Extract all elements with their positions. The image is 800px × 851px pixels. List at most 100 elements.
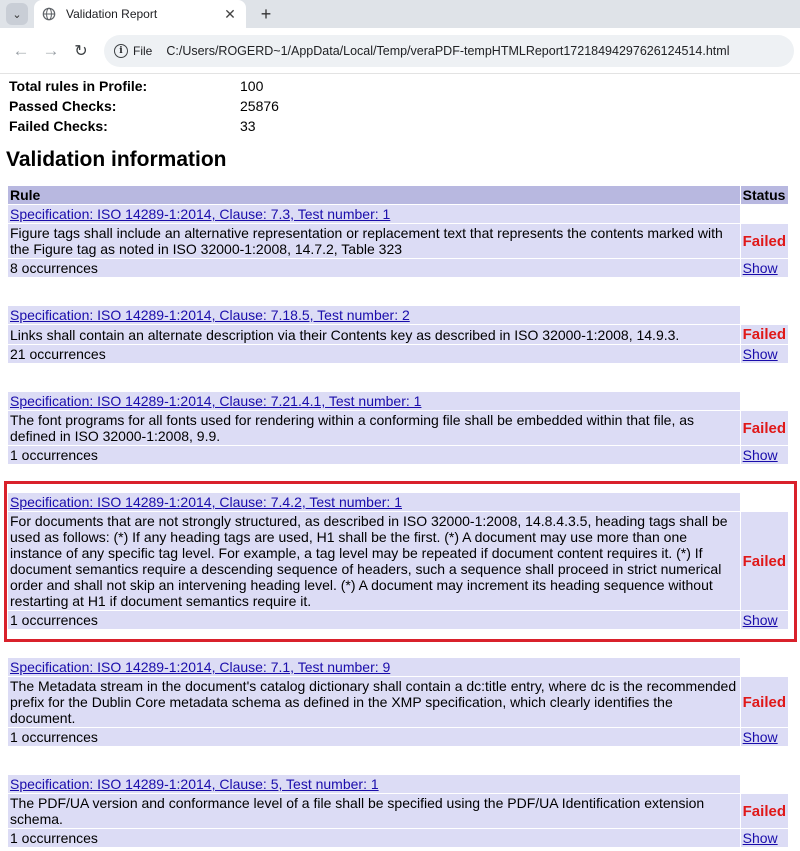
globe-icon xyxy=(42,7,56,21)
site-info-chip[interactable]: i File xyxy=(112,43,158,58)
occurrences-count: 21 occurrences xyxy=(8,345,740,363)
show-occurrences-link[interactable]: Show xyxy=(743,447,778,463)
show-cell: Show xyxy=(740,345,788,363)
show-occurrences-link[interactable]: Show xyxy=(743,346,778,362)
specification-link[interactable]: Specification: ISO 14289-1:2014, Clause:… xyxy=(10,776,379,792)
status-column-header: Status xyxy=(740,186,788,204)
validation-table: Rule Status Specification: ISO 14289-1:2… xyxy=(7,185,789,848)
spacer-cell xyxy=(8,278,788,305)
summary-row-total-rules: Total rules in Profile: 100 xyxy=(8,76,792,96)
tab-search-button[interactable]: ⌄ xyxy=(6,3,28,25)
rule-spec-row: Specification: ISO 14289-1:2014, Clause:… xyxy=(8,493,788,511)
show-cell: Show xyxy=(740,259,788,277)
rule-spacer-row xyxy=(8,465,788,492)
rule-occurrences-row: 1 occurrences Show xyxy=(8,446,788,464)
rule-spec-cell: Specification: ISO 14289-1:2014, Clause:… xyxy=(8,658,740,676)
status-failed-label: Failed xyxy=(742,419,786,437)
address-bar[interactable]: i File C:/Users/ROGERD~1/AppData/Local/T… xyxy=(104,34,794,67)
rule-spec-row: Specification: ISO 14289-1:2014, Clause:… xyxy=(8,775,788,793)
rule-description-row: The font programs for all fonts used for… xyxy=(8,411,788,445)
rule-occurrences-row: 8 occurrences Show xyxy=(8,259,788,277)
rule-spacer-row xyxy=(8,747,788,774)
summary-value: 25876 xyxy=(240,98,279,114)
status-failed-label: Failed xyxy=(742,552,786,570)
spacer-cell xyxy=(8,747,788,774)
specification-link[interactable]: Specification: ISO 14289-1:2014, Clause:… xyxy=(10,307,410,323)
rule-description: For documents that are not strongly stru… xyxy=(8,512,740,610)
rule-column-header: Rule xyxy=(8,186,740,204)
reload-icon[interactable]: ↻ xyxy=(66,36,96,66)
status-failed-label: Failed xyxy=(742,693,786,711)
status-empty-cell xyxy=(740,658,788,676)
rule-occurrences-row: 21 occurrences Show xyxy=(8,345,788,363)
show-occurrences-link[interactable]: Show xyxy=(743,830,778,846)
summary-value: 100 xyxy=(240,78,264,94)
rule-spec-cell: Specification: ISO 14289-1:2014, Clause:… xyxy=(8,306,740,324)
rule-spacer-row xyxy=(8,364,788,391)
spacer-cell xyxy=(8,364,788,391)
tab-validation-report[interactable]: Validation Report ✕ xyxy=(34,0,246,28)
specification-link[interactable]: Specification: ISO 14289-1:2014, Clause:… xyxy=(10,206,390,222)
rule-description: The font programs for all fonts used for… xyxy=(8,411,740,445)
summary-label: Total rules in Profile: xyxy=(9,78,148,94)
status-empty-cell xyxy=(740,392,788,410)
rule-occurrences-row: 1 occurrences Show xyxy=(8,728,788,746)
occurrences-count: 1 occurrences xyxy=(8,829,740,847)
status-empty-cell xyxy=(740,493,788,511)
rule-description-row: The PDF/UA version and conformance level… xyxy=(8,794,788,828)
rule-occurrences-row: 1 occurrences Show xyxy=(8,829,788,847)
close-tab-icon[interactable]: ✕ xyxy=(222,6,238,23)
status-failed-label: Failed xyxy=(742,802,786,820)
occurrences-count: 8 occurrences xyxy=(8,259,740,277)
new-tab-button[interactable]: + xyxy=(256,4,276,24)
show-cell: Show xyxy=(740,446,788,464)
url-text[interactable]: C:/Users/ROGERD~1/AppData/Local/Temp/ver… xyxy=(166,44,729,58)
status-empty-cell xyxy=(740,306,788,324)
status-cell: Failed xyxy=(740,794,788,828)
status-empty-cell xyxy=(740,205,788,223)
status-cell: Failed xyxy=(740,677,788,727)
rule-spec-row: Specification: ISO 14289-1:2014, Clause:… xyxy=(8,658,788,676)
rule-occurrences-row: 1 occurrences Show xyxy=(8,611,788,629)
spacer-cell xyxy=(8,465,788,492)
summary-label: Failed Checks: xyxy=(9,118,108,134)
show-occurrences-link[interactable]: Show xyxy=(743,612,778,628)
forward-arrow-icon[interactable]: → xyxy=(36,36,66,66)
status-cell: Failed xyxy=(740,411,788,445)
rule-description: Links shall contain an alternate descrip… xyxy=(8,325,740,344)
rule-description-row: Figure tags shall include an alternative… xyxy=(8,224,788,258)
rule-spec-row: Specification: ISO 14289-1:2014, Clause:… xyxy=(8,392,788,410)
status-failed-label: Failed xyxy=(742,232,786,250)
rule-spec-cell: Specification: ISO 14289-1:2014, Clause:… xyxy=(8,205,740,223)
specification-link[interactable]: Specification: ISO 14289-1:2014, Clause:… xyxy=(10,659,390,675)
rule-spec-cell: Specification: ISO 14289-1:2014, Clause:… xyxy=(8,392,740,410)
rules-body: Specification: ISO 14289-1:2014, Clause:… xyxy=(8,205,788,847)
rule-description: The PDF/UA version and conformance level… xyxy=(8,794,740,828)
rule-spec-row: Specification: ISO 14289-1:2014, Clause:… xyxy=(8,306,788,324)
show-occurrences-link[interactable]: Show xyxy=(743,729,778,745)
tab-strip: ⌄ Validation Report ✕ + xyxy=(0,0,800,28)
rule-description: The Metadata stream in the document's ca… xyxy=(8,677,740,727)
report-content: Total rules in Profile: 100 Passed Check… xyxy=(0,76,800,848)
summary-value: 33 xyxy=(240,118,256,134)
rule-spec-cell: Specification: ISO 14289-1:2014, Clause:… xyxy=(8,775,740,793)
occurrences-count: 1 occurrences xyxy=(8,611,740,629)
specification-link[interactable]: Specification: ISO 14289-1:2014, Clause:… xyxy=(10,494,402,510)
back-arrow-icon[interactable]: ← xyxy=(6,36,36,66)
occurrences-count: 1 occurrences xyxy=(8,728,740,746)
status-cell: Failed xyxy=(740,224,788,258)
rule-description-row: The Metadata stream in the document's ca… xyxy=(8,677,788,727)
summary-table: Total rules in Profile: 100 Passed Check… xyxy=(8,76,792,136)
browser-toolbar: ← → ↻ i File C:/Users/ROGERD~1/AppData/L… xyxy=(0,28,800,74)
summary-row-passed: Passed Checks: 25876 xyxy=(8,96,792,116)
show-cell: Show xyxy=(740,611,788,629)
rule-description-row: For documents that are not strongly stru… xyxy=(8,512,788,610)
specification-link[interactable]: Specification: ISO 14289-1:2014, Clause:… xyxy=(10,393,421,409)
table-header-row: Rule Status xyxy=(8,186,788,204)
section-title: Validation information xyxy=(6,148,227,171)
rule-spacer-row xyxy=(8,278,788,305)
status-cell: Failed xyxy=(740,325,788,344)
status-failed-label: Failed xyxy=(742,326,786,343)
tab-title: Validation Report xyxy=(66,7,158,21)
show-occurrences-link[interactable]: Show xyxy=(743,260,778,276)
